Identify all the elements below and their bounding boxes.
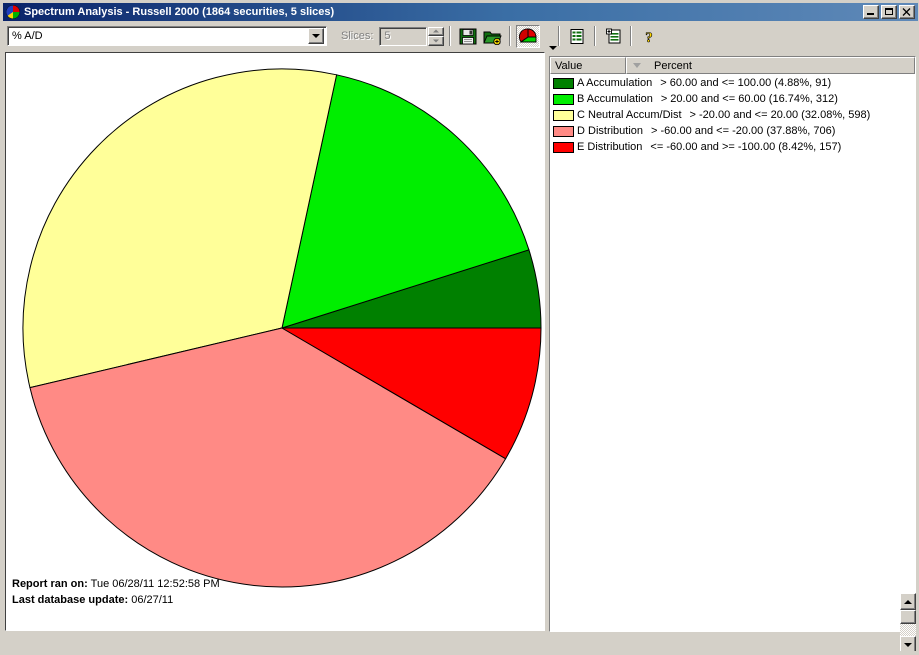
legend-row-description: > 20.00 and <= 60.00 (16.74%, 312) [660,93,838,105]
title-bar: Spectrum Analysis - Russell 2000 (1864 s… [3,3,918,21]
detail-list-button[interactable] [601,24,626,48]
floppy-disk-icon [459,28,477,44]
window-controls [863,5,917,19]
legend-row-name: C Neutral Accum/Dist [577,109,682,121]
legend-row[interactable]: E Distribution <= -60.00 and >= -100.00 (… [550,139,915,155]
legend-row-description: <= -60.00 and >= -100.00 (8.42%, 157) [650,141,842,153]
scroll-up-button[interactable] [900,593,916,610]
indicator-select[interactable]: % A/D [7,26,327,46]
svg-text:?: ? [646,30,654,45]
window-bottom-edge [1,651,918,654]
chart-panel: Report ran on: Tue 06/28/11 12:52:58 PM … [5,52,545,631]
question-mark-icon: ? [645,29,654,45]
legend-row-name: B Accumulation [577,93,653,105]
open-add-button[interactable] [480,24,505,48]
legend-row-name: D Distribution [577,125,644,137]
legend-column-percent-label: Percent [654,59,692,72]
save-button[interactable] [456,24,481,48]
legend-row[interactable]: C Neutral Accum/Dist > -20.00 and <= 20.0… [550,107,915,123]
pie-chart-view-button[interactable] [516,24,541,48]
report-ran-on-value: Tue 06/28/11 12:52:58 PM [90,578,220,590]
maximize-button[interactable] [881,5,897,19]
legend-color-swatch [553,77,574,89]
window-title: Spectrum Analysis - Russell 2000 (1864 s… [24,6,335,18]
slices-spin-buttons[interactable] [428,26,445,46]
pie-chart-icon [5,4,21,20]
report-info: Report ran on: Tue 06/28/11 12:52:58 PM … [12,576,220,608]
folder-add-icon [483,31,502,45]
slices-input[interactable]: 5 [379,26,428,46]
sort-descending-icon [633,63,641,68]
legend-rows: A Accumulation > 60.00 and <= 100.00 (4.8… [550,74,915,155]
toolbar-separator [558,26,561,46]
pie-chart-icon [519,28,537,42]
report-ran-on-label: Report ran on: [12,578,88,590]
report-last-update-label: Last database update: [12,594,129,606]
legend-row-description: > 60.00 and <= 100.00 (4.88%, 91) [660,77,832,89]
toolbar-separator [594,26,597,46]
list-view-button[interactable] [565,24,590,48]
toolbar: % A/D Slices: 5 ? [3,23,918,50]
legend-color-swatch [553,109,574,121]
legend-row-name: E Distribution [577,141,643,153]
toolbar-separator [630,26,633,46]
pie-chart[interactable] [6,53,544,630]
legend-row[interactable]: A Accumulation > 60.00 and <= 100.00 (4.8… [550,75,915,91]
pie-chart-dropdown-button[interactable] [540,24,558,50]
scrollbar-track[interactable] [900,624,916,636]
legend-row[interactable]: D Distribution > -60.00 and <= -20.00 (37… [550,123,915,139]
legend-color-swatch [553,125,574,137]
slices-label: Slices: [341,30,374,42]
slices-increment-button[interactable] [428,26,445,36]
spectrum-analysis-window: Spectrum Analysis - Russell 2000 (1864 s… [0,0,919,655]
report-last-update-value: 06/27/11 [131,594,174,606]
report-last-update-line: Last database update: 06/27/11 [12,592,220,608]
indicator-select-value: % A/D [12,30,43,42]
legend-color-swatch [553,93,574,105]
legend-row-description: > -20.00 and <= 20.00 (32.08%, 598) [689,109,871,121]
help-button[interactable]: ? [637,24,662,48]
legend-column-percent[interactable]: Percent [626,57,915,74]
report-ran-on-line: Report ran on: Tue 06/28/11 12:52:58 PM [12,576,220,592]
legend-column-value[interactable]: Value [550,57,626,74]
minimize-button[interactable] [863,5,879,19]
list-add-icon [605,28,621,43]
vertical-scrollbar[interactable] [900,593,916,653]
legend-row-description: > -60.00 and <= -20.00 (37.88%, 706) [651,125,836,137]
legend-row[interactable]: B Accumulation > 20.00 and <= 60.00 (16.7… [550,91,915,107]
legend-panel: Value Percent A Accumulation > 60.00 and … [549,56,916,632]
legend-column-value-label: Value [555,59,583,72]
legend-row-name: A Accumulation [577,77,653,89]
legend-color-swatch [553,141,574,153]
toolbar-separator [509,26,512,46]
slices-decrement-button[interactable] [428,36,445,46]
slices-stepper[interactable]: 5 [379,26,445,46]
scrollbar-thumb[interactable] [900,610,916,624]
toolbar-separator [449,26,452,46]
close-button[interactable] [899,5,915,19]
list-report-icon [570,28,584,44]
chevron-down-icon[interactable] [308,28,324,44]
legend-header: Value Percent [550,57,915,74]
